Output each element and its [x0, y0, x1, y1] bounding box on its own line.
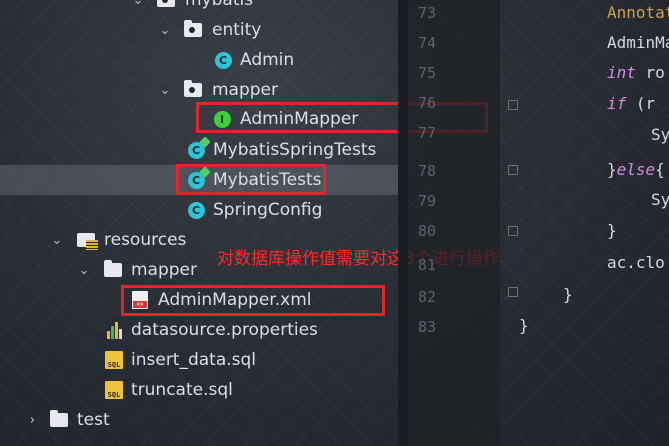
chevron-down-icon[interactable]: ⌄ — [49, 232, 65, 248]
code-line: } — [519, 316, 529, 335]
tree-item-label: Admin — [240, 50, 295, 70]
class-icon: C — [213, 50, 233, 70]
line-number: 73 — [418, 4, 437, 22]
line-number: 75 — [418, 64, 437, 82]
tree-item-label: mapper — [131, 260, 198, 280]
tree-item-label: mapper — [212, 80, 279, 100]
line-number: 78 — [418, 162, 437, 180]
class-icon: C — [186, 200, 206, 220]
project-tree: ⌄ mybatis ⌄ entity C Admin ⌄ mapper I Ad… — [0, 0, 398, 446]
package-icon — [183, 80, 203, 100]
line-number: 83 — [418, 318, 437, 336]
folder-icon — [103, 260, 123, 280]
code-line: Sy — [651, 125, 669, 144]
folder-icon — [49, 410, 69, 430]
tree-item-test[interactable]: ⌄ test — [0, 405, 398, 435]
tree-item-label: test — [77, 410, 110, 430]
tree-item-label: resources — [104, 230, 187, 250]
code-line: AdminMa — [607, 33, 669, 52]
tree-item-label: insert_data.sql — [131, 350, 257, 370]
sql-file-icon: SQL — [104, 350, 124, 370]
code-line: } — [607, 221, 617, 240]
highlight-adminmapper-xml — [121, 285, 385, 316]
tree-item-admin[interactable]: C Admin — [0, 45, 398, 75]
tree-item-truncate-sql[interactable]: SQL truncate.sql — [0, 375, 398, 405]
tree-item-label: truncate.sql — [131, 380, 233, 400]
chevron-down-icon[interactable]: ⌄ — [157, 22, 173, 38]
line-number: 81 — [418, 256, 437, 274]
tree-item-insert-data-sql[interactable]: SQL insert_data.sql — [0, 345, 398, 375]
tree-item-mapper-package[interactable]: ⌄ mapper — [0, 75, 398, 105]
tree-item-datasource-properties[interactable]: datasource.properties — [0, 315, 398, 345]
line-number: 82 — [418, 288, 437, 306]
test-class-icon: C — [186, 135, 211, 160]
fold-icon[interactable] — [508, 100, 518, 110]
tree-item-label: SpringConfig — [213, 200, 323, 220]
code-line: Annotat — [607, 3, 669, 22]
tree-item-label: mybatis — [185, 0, 254, 10]
code-line: }else{ — [607, 160, 665, 179]
line-number: 74 — [418, 34, 437, 52]
resources-folder-icon — [76, 230, 98, 250]
tree-item-label: MybatisSpringTests — [213, 140, 377, 160]
tree-item-label: datasource.properties — [131, 320, 318, 340]
code-line: ac.clo — [607, 253, 665, 272]
package-icon — [183, 20, 203, 40]
chevron-right-icon[interactable]: ⌄ — [22, 412, 38, 428]
line-number: 76 — [418, 94, 437, 112]
chevron-down-icon[interactable]: ⌄ — [157, 82, 173, 98]
highlight-mybatistests — [176, 164, 326, 195]
line-number: 77 — [418, 124, 437, 142]
tree-item-label: entity — [212, 20, 262, 40]
chevron-down-icon[interactable]: ⌄ — [130, 0, 146, 8]
tree-item-mybatisspringtests[interactable]: C MybatisSpringTests — [0, 135, 398, 165]
code-line: Sy — [651, 190, 669, 209]
tree-item-entity[interactable]: ⌄ entity — [0, 15, 398, 45]
tree-item-mybatis[interactable]: ⌄ mybatis — [0, 0, 398, 15]
fold-icon[interactable] — [508, 165, 518, 175]
panel-divider[interactable] — [398, 0, 408, 446]
code-line: int ro — [607, 63, 665, 82]
fold-icon[interactable] — [508, 287, 518, 297]
code-line: } — [563, 285, 573, 304]
line-number: 79 — [418, 192, 437, 210]
chevron-down-icon[interactable]: ⌄ — [76, 262, 92, 278]
package-icon — [156, 0, 176, 10]
fold-icon[interactable] — [508, 226, 518, 236]
code-line: if (r — [607, 94, 656, 113]
properties-file-icon — [104, 320, 124, 340]
sql-file-icon: SQL — [104, 380, 124, 400]
line-number: 80 — [418, 222, 437, 240]
tree-item-springconfig[interactable]: C SpringConfig — [0, 195, 398, 225]
